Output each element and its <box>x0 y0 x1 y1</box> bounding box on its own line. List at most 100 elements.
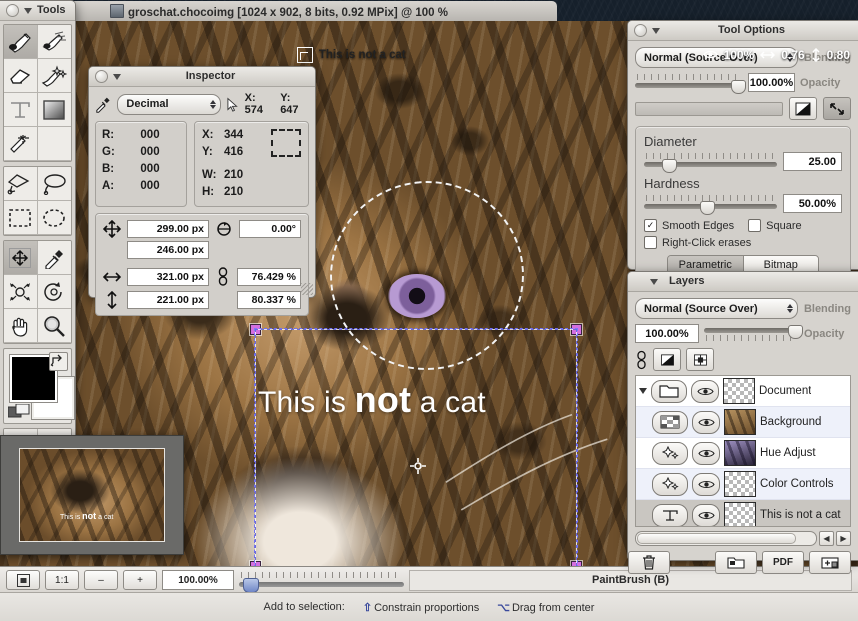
scroll-left-button[interactable]: ◀ <box>819 531 834 546</box>
contrast-button[interactable] <box>789 97 817 120</box>
zoom-out-button[interactable]: – <box>84 570 118 590</box>
layer-opacity-field[interactable]: 100.00% <box>635 324 699 343</box>
layer-row-document[interactable]: Document <box>636 376 850 407</box>
layer-visibility-toggle[interactable] <box>692 442 720 465</box>
layer-name[interactable]: Hue Adjust <box>760 447 816 459</box>
layer-row-color-controls[interactable]: Color Controls <box>636 469 850 500</box>
magic-wand-tool[interactable] <box>4 127 38 161</box>
swap-colors-button[interactable] <box>49 352 68 371</box>
move-tool[interactable] <box>4 241 38 275</box>
resize-button[interactable] <box>823 97 851 120</box>
layer-name[interactable]: Background <box>760 416 821 428</box>
delete-layer-button[interactable] <box>628 551 670 574</box>
zoom-slider-knob[interactable] <box>243 578 259 593</box>
new-group-button[interactable] <box>715 551 757 574</box>
zoom-in-button[interactable]: + <box>123 570 157 590</box>
text-tool[interactable] <box>4 93 38 127</box>
selection-handle-tl[interactable] <box>250 324 261 335</box>
effect-icon[interactable] <box>652 442 688 465</box>
angle-field[interactable]: 0.00° <box>239 220 301 238</box>
alpha-lock-button[interactable] <box>686 348 714 371</box>
default-colors-icon[interactable] <box>8 404 34 419</box>
layer-row-hue-adjust[interactable]: Hue Adjust <box>636 438 850 469</box>
rectangular-marquee-tool[interactable] <box>4 201 38 235</box>
zoom-value-field[interactable]: 100.00% <box>162 570 234 590</box>
polygon-lasso-tool[interactable] <box>4 167 38 201</box>
disclosure-triangle-icon[interactable] <box>24 8 32 14</box>
eyedropper-tool[interactable] <box>38 241 72 275</box>
rotate-tool[interactable] <box>38 275 72 309</box>
gradient-tool[interactable] <box>38 93 72 127</box>
active-layer-name[interactable]: This is not a cat <box>0 47 558 63</box>
tools-palette-titlebar[interactable]: Tools <box>0 1 75 21</box>
position-y-field[interactable]: 246.00 px <box>127 241 209 259</box>
pdf-button[interactable]: PDF <box>762 551 804 574</box>
hardness-slider-knob[interactable] <box>700 201 715 215</box>
diameter-slider[interactable] <box>644 153 777 170</box>
position-x-field[interactable]: 299.00 px <box>127 220 209 238</box>
layer-visibility-toggle[interactable] <box>692 473 720 496</box>
zoom-slider[interactable] <box>239 571 404 589</box>
tool-options-titlebar[interactable]: Tool Options <box>628 21 858 41</box>
layer-opacity-slider-knob[interactable] <box>788 325 803 339</box>
fit-to-window-button[interactable] <box>6 570 40 590</box>
disclosure-triangle-icon[interactable] <box>639 388 647 394</box>
layer-mask-button[interactable] <box>653 348 681 371</box>
diameter-field[interactable]: 25.00 <box>783 152 842 171</box>
layer-visibility-toggle[interactable] <box>692 411 720 434</box>
scale-y-field[interactable]: 80.337 % <box>237 291 301 309</box>
chain-link-icon[interactable] <box>215 266 231 288</box>
transform-tool[interactable] <box>4 275 38 309</box>
opacity-slider[interactable] <box>635 74 743 91</box>
text-icon[interactable] <box>652 504 688 527</box>
hscrollbar-track[interactable] <box>635 531 817 546</box>
disclosure-triangle-icon[interactable] <box>113 74 121 80</box>
hardness-slider[interactable] <box>644 195 777 212</box>
right-click-erases-checkbox[interactable]: Right-Click erases <box>644 236 842 249</box>
layer-name[interactable]: Color Controls <box>760 478 834 490</box>
palette-close-icon[interactable] <box>634 24 647 37</box>
hand-tool[interactable] <box>4 309 38 343</box>
layer-opacity-slider[interactable] <box>704 325 799 342</box>
navigator-preview[interactable]: This is not a cat <box>0 435 184 555</box>
height-field[interactable]: 221.00 px <box>127 291 209 309</box>
raster-icon[interactable] <box>652 411 688 434</box>
effect-icon[interactable] <box>652 473 688 496</box>
diameter-slider-knob[interactable] <box>662 159 677 173</box>
new-layer-button[interactable] <box>809 551 851 574</box>
chain-link-icon[interactable] <box>635 350 648 370</box>
smooth-edges-checkbox[interactable]: ✓ Smooth Edges <box>644 219 734 232</box>
layer-list[interactable]: Document Background <box>635 375 851 527</box>
width-field[interactable]: 321.00 px <box>127 268 209 286</box>
scroll-right-button[interactable]: ▶ <box>836 531 851 546</box>
lasso-tool[interactable] <box>38 167 72 201</box>
layer-blending-mode-popup[interactable]: Normal (Source Over) <box>635 298 798 319</box>
layer-row-background[interactable]: Background <box>636 407 850 438</box>
layer-name[interactable]: Document <box>759 385 811 397</box>
layer-row-text[interactable]: This is not a cat <box>636 500 850 527</box>
resize-grip[interactable] <box>301 283 313 295</box>
palette-close-icon[interactable] <box>6 4 19 17</box>
layer-visibility-toggle[interactable] <box>691 380 719 403</box>
window-titlebar[interactable]: groschat.chocoimg [1024 x 902, 8 bits, 0… <box>1 1 557 23</box>
layer-list-hscrollbar[interactable]: ◀ ▶ <box>635 530 851 546</box>
square-checkbox[interactable]: Square <box>748 219 801 232</box>
opacity-field[interactable]: 100.00% <box>748 73 795 92</box>
elliptical-marquee-tool[interactable] <box>38 201 72 235</box>
actual-size-button[interactable]: 1:1 <box>45 570 79 590</box>
layers-titlebar[interactable]: Layers <box>628 272 858 292</box>
selection-rectangle[interactable] <box>254 328 558 566</box>
folder-icon[interactable] <box>651 380 687 403</box>
layer-visibility-toggle[interactable] <box>692 504 720 527</box>
disclosure-triangle-icon[interactable] <box>652 28 660 34</box>
hscrollbar-thumb[interactable] <box>637 533 796 544</box>
scale-x-field[interactable]: 76.429 % <box>237 268 301 286</box>
layer-name[interactable]: This is not a cat <box>760 509 841 521</box>
hardness-field[interactable]: 50.00% <box>783 194 842 213</box>
disclosure-triangle-icon[interactable] <box>650 279 658 285</box>
zoom-tool[interactable] <box>38 309 72 343</box>
color-format-popup[interactable]: Decimal <box>117 94 220 115</box>
palette-close-icon[interactable] <box>95 70 108 83</box>
inspector-titlebar[interactable]: Inspector <box>89 67 315 87</box>
opacity-slider-knob[interactable] <box>731 80 746 94</box>
